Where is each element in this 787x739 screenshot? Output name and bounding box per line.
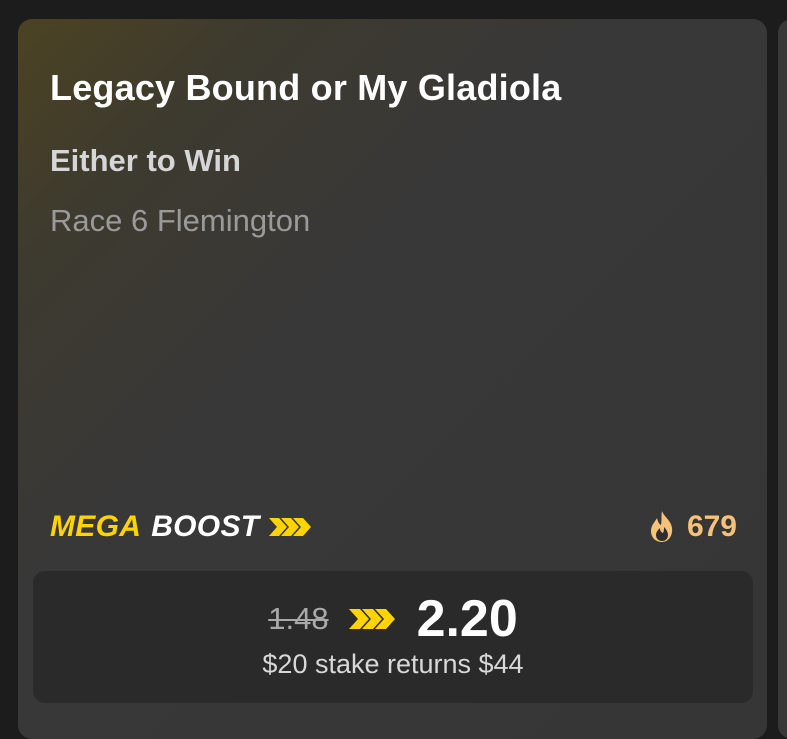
selection-title: Legacy Bound or My Gladiola xyxy=(50,67,562,108)
stake-returns-text: $20 stake returns $44 xyxy=(262,649,524,679)
boost-label: BOOST xyxy=(151,510,260,543)
market-name: Either to Win xyxy=(50,143,241,178)
mega-label: MEGA xyxy=(50,510,142,543)
boosted-odds: 2.20 xyxy=(416,590,518,648)
next-boost-card[interactable] xyxy=(778,19,787,739)
triple-chevron-right-icon xyxy=(269,518,312,536)
popularity-indicator: 679 xyxy=(647,507,737,547)
race-name: Race 6 Flemington xyxy=(50,203,311,238)
odds-row: 1.48 2.20 xyxy=(33,590,753,648)
fire-icon xyxy=(650,511,673,542)
triple-chevron-right-icon xyxy=(348,609,395,629)
boost-card[interactable]: Legacy Bound or My Gladiola Either to Wi… xyxy=(18,19,767,739)
mega-boost-label: MEGA BOOST xyxy=(50,507,313,547)
popularity-count: 679 xyxy=(686,510,737,543)
odds-button[interactable]: 1.48 2.20 $20 stake returns $44 xyxy=(33,571,753,703)
original-odds: 1.48 xyxy=(268,601,329,636)
